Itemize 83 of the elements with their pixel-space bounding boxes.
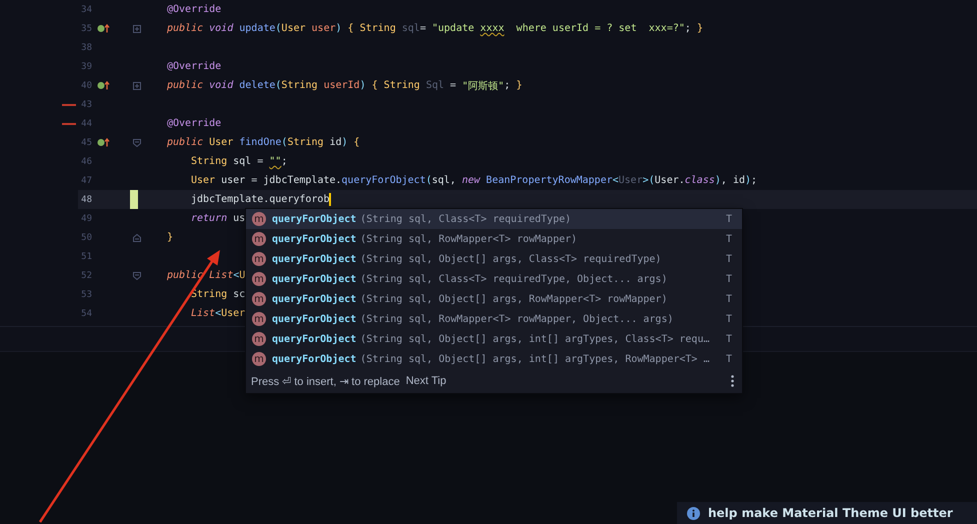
method-name: queryForObject — [272, 314, 356, 324]
return-type: T — [726, 234, 732, 244]
code-line: public void update(User user) { String sql= "update xxxx where userId = ? set xxx=?"; } — [167, 22, 703, 36]
more-icon[interactable] — [731, 375, 734, 387]
fold-expand-icon[interactable] — [133, 24, 141, 32]
completion-item[interactable]: m queryForObject (String sql, RowMapper<T> rowMapper, Object... args) T — [246, 309, 742, 329]
line-number: 39 — [80, 62, 92, 72]
notification-bar[interactable]: help make Material Theme UI better — [677, 502, 977, 524]
return-type: T — [726, 354, 732, 364]
method-icon: m — [252, 332, 266, 346]
return-type: T — [726, 314, 732, 324]
method-signature: (String sql, RowMapper<T> rowMapper, Object... args) — [360, 314, 674, 324]
completion-item[interactable]: m queryForObject (String sql, Object[] args, RowMapper<T> rowMapper) T — [246, 289, 742, 309]
code-line: User user = jdbcTemplate.queryForObject(sql, new BeanPropertyRowMapper<User>(User.class), id); — [191, 174, 758, 188]
completion-item[interactable]: m queryForObject (String sql, Object[] args, Class<T> requiredType) T — [246, 249, 742, 269]
return-type: T — [726, 254, 732, 264]
method-signature: (String sql, Object[] args, Class<T> requiredType) — [360, 254, 662, 264]
line-number: 46 — [80, 156, 92, 166]
completion-item[interactable]: m queryForObject (String sql, Object[] args, int[] argTypes, RowMapper<T> … T — [246, 349, 742, 369]
method-signature: (String sql, Object[] args, RowMapper<T> rowMapper) — [360, 294, 668, 304]
method-name: queryForObject — [272, 234, 356, 244]
fold-collapse-icon[interactable] — [133, 138, 141, 146]
override-icon[interactable] — [97, 138, 110, 147]
line-number: 51 — [80, 252, 92, 262]
code-line: String sql = ""; — [191, 155, 288, 169]
override-icon[interactable] — [97, 24, 110, 33]
line-number: 52 — [80, 270, 92, 280]
completion-item[interactable]: m queryForObject (String sql, Class<T> requiredType, Object... args) T — [246, 269, 742, 289]
insert-hint: Press ⏎ to insert, ⇥ to replace — [251, 374, 400, 388]
method-name: queryForObject — [272, 354, 356, 364]
code-line: @Override — [167, 117, 222, 131]
code-line: @Override — [167, 60, 222, 74]
line-number: 50 — [80, 232, 92, 242]
code-line: } — [167, 231, 174, 245]
line-number: 45 — [80, 138, 92, 148]
method-signature: (String sql, Class<T> requiredType) — [360, 214, 572, 224]
completion-item[interactable]: m queryForObject (String sql, Object[] args, int[] argTypes, Class<T> requ… T — [246, 329, 742, 349]
fold-expand-icon[interactable] — [133, 82, 141, 90]
code-line: public User findOne(String id) { — [167, 136, 360, 150]
line-number: 53 — [80, 290, 92, 300]
info-icon — [687, 506, 700, 520]
line-number: 38 — [80, 42, 92, 52]
completion-item[interactable]: m queryForObject (String sql, RowMapper<T> rowMapper) T — [246, 229, 742, 249]
notification-text: help make Material Theme UI better — [708, 506, 953, 520]
method-signature: (String sql, Class<T> requiredType, Object... args) — [360, 274, 668, 284]
line-number: 43 — [80, 100, 92, 110]
line-number: 40 — [80, 80, 92, 90]
completion-item[interactable]: m queryForObject (String sql, Class<T> requiredType) T — [246, 209, 742, 229]
method-name: queryForObject — [272, 294, 356, 304]
method-icon: m — [252, 352, 266, 366]
line-number: 48 — [80, 194, 92, 204]
method-icon: m — [252, 232, 266, 246]
line-number: 44 — [80, 118, 92, 128]
method-name: queryForObject — [272, 274, 356, 284]
code-line: return us — [191, 212, 246, 226]
line-number: 47 — [80, 176, 92, 186]
code-line: List<User — [191, 307, 246, 321]
return-type: T — [726, 334, 732, 344]
method-name: queryForObject — [272, 334, 356, 344]
return-type: T — [726, 274, 732, 284]
method-signature: (String sql, RowMapper<T> rowMapper) — [360, 234, 578, 244]
code-line: @Override — [167, 3, 222, 17]
override-icon[interactable] — [97, 81, 110, 90]
method-name: queryForObject — [272, 214, 356, 224]
code-line: public void delete(String userId) { String Sql = "阿斯顿"; } — [167, 79, 522, 94]
line-number: 34 — [80, 4, 92, 14]
method-icon: m — [252, 252, 266, 266]
return-type: T — [726, 214, 732, 224]
method-icon: m — [252, 312, 266, 326]
line-number: 35 — [80, 24, 92, 34]
fold-end-icon[interactable] — [133, 234, 141, 242]
method-name: queryForObject — [272, 254, 356, 264]
code-line: jdbcTemplate.queryforob — [191, 192, 332, 208]
line-number: 49 — [80, 214, 92, 224]
line-number: 54 — [80, 308, 92, 318]
return-type: T — [726, 294, 732, 304]
method-signature: (String sql, Object[] args, int[] argTypes, Class<T> requ… — [360, 334, 710, 344]
method-icon: m — [252, 272, 266, 286]
method-icon: m — [252, 292, 266, 306]
method-icon: m — [252, 212, 266, 226]
fold-collapse-icon[interactable] — [133, 272, 141, 280]
next-tip-link[interactable]: Next Tip — [406, 375, 731, 387]
method-signature: (String sql, Object[] args, int[] argTypes, RowMapper<T> … — [360, 354, 710, 364]
